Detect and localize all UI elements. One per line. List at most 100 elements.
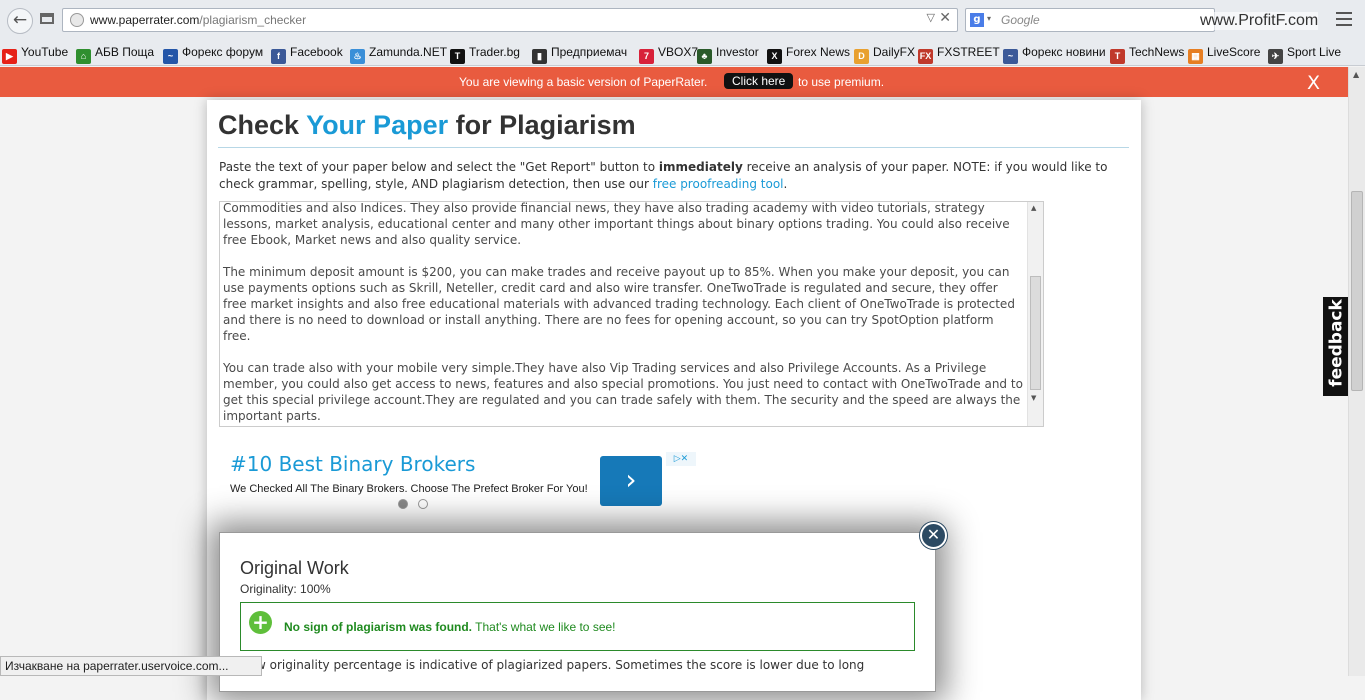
premium-notice-text: You are viewing a basic version of Paper… xyxy=(459,75,708,89)
textarea-scroll-thumb[interactable] xyxy=(1030,276,1041,390)
page-scrollbar[interactable]: ▲ xyxy=(1348,67,1365,676)
bookmark-favicon-icon: T xyxy=(1110,49,1125,64)
bookmark-favicon-icon: FX xyxy=(918,49,933,64)
premium-notice-text-end: to use premium. xyxy=(798,75,885,89)
bookmark-item[interactable]: ⌂ АБВ Поща xyxy=(76,45,154,64)
result-title: Original Work xyxy=(240,558,349,578)
bookmark-favicon-icon: D xyxy=(854,49,869,64)
ad-subtitle: We Checked All The Binary Brokers. Choos… xyxy=(230,483,588,495)
ad-choices-icon[interactable]: ▷✕ xyxy=(666,452,696,466)
bookmark-item[interactable]: ▶ YouTube xyxy=(2,45,68,64)
close-icon[interactable]: ✕ xyxy=(920,522,947,549)
ad-title[interactable]: #10 Best Binary Brokers xyxy=(230,452,475,476)
url-path: /plagiarism_checker xyxy=(199,13,307,27)
intro-text: Paste the text of your paper below and s… xyxy=(219,159,1134,193)
bookmark-label: Zamunda.NET xyxy=(369,45,448,59)
bookmark-item[interactable]: ♣ Investor xyxy=(697,45,759,64)
chevron-right-icon[interactable]: › xyxy=(600,456,662,506)
title-part: Check xyxy=(218,110,300,140)
bookmark-favicon-icon: f xyxy=(271,49,286,64)
bookmark-item[interactable]: FX FXSTREET xyxy=(918,45,1000,64)
search-input[interactable]: g ▾ Google xyxy=(965,8,1215,32)
bookmark-favicon-icon: ♣ xyxy=(697,49,712,64)
bookmark-label: Forex News xyxy=(786,45,851,59)
bookmark-item[interactable]: f Facebook xyxy=(271,45,343,64)
bookmark-item[interactable]: ~ Форекс новини xyxy=(1003,45,1106,64)
bookmark-item[interactable]: T TechNews xyxy=(1110,45,1184,64)
close-icon[interactable]: X xyxy=(1307,72,1320,94)
bookmark-label: Trader.bg xyxy=(469,45,520,59)
bookmark-label: LiveScore xyxy=(1207,45,1261,59)
url-text[interactable]: www.paperrater.com/plagiarism_checker xyxy=(90,13,306,27)
click-here-button[interactable]: Click here xyxy=(724,73,794,89)
bookmark-label: Facebook xyxy=(290,45,343,59)
textarea-scrollbar[interactable]: ▲ ▼ xyxy=(1027,202,1043,426)
search-placeholder: Google xyxy=(1001,13,1040,27)
scroll-up-icon[interactable]: ▲ xyxy=(1353,70,1359,79)
intro-end: . xyxy=(783,177,788,191)
bookmark-label: TechNews xyxy=(1129,45,1185,59)
feedback-button[interactable]: feedback xyxy=(1323,297,1348,396)
close-icon[interactable]: ✕ xyxy=(939,10,951,26)
paper-textarea[interactable]: Commodities and also Indices. They also … xyxy=(219,201,1044,427)
bookmark-label: Предприемач xyxy=(551,45,628,59)
bookmark-item[interactable]: ▮ Предприемач xyxy=(532,45,627,64)
bookmark-favicon-icon: ▦ xyxy=(1188,49,1203,64)
title-part: for Plagiarism xyxy=(455,110,636,140)
url-domain: www.paperrater.com xyxy=(90,13,200,27)
bookmark-label: Форекс новини xyxy=(1022,45,1106,59)
bookmark-item[interactable]: ♨ Zamunda.NET xyxy=(350,45,447,64)
bookmark-item[interactable]: D DailyFX xyxy=(854,45,915,64)
bookmark-item[interactable]: ▦ LiveScore xyxy=(1188,45,1260,64)
bookmark-label: Sport Live xyxy=(1287,45,1342,59)
result-message-bold: No sign of plagiarism was found. xyxy=(284,620,473,634)
bookmark-item[interactable]: 7 VBOX7 xyxy=(639,45,698,64)
paper-paragraph: Commodities and also Indices. They also … xyxy=(223,201,1010,247)
bookmark-favicon-icon: ▶ xyxy=(2,49,17,64)
ad-banner[interactable]: #10 Best Binary Brokers We Checked All T… xyxy=(229,450,697,510)
bookmark-item[interactable]: T Trader.bg xyxy=(450,45,520,64)
title-divider xyxy=(218,147,1129,148)
carousel-dot-active[interactable] xyxy=(398,499,408,509)
tab-groups-icon[interactable] xyxy=(40,13,54,24)
bookmark-favicon-icon: ♨ xyxy=(350,49,365,64)
bookmark-favicon-icon: 7 xyxy=(639,49,654,64)
bookmark-label: DailyFX xyxy=(873,45,916,59)
bookmark-item[interactable]: ✈ Sport Live xyxy=(1268,45,1341,64)
bookmark-favicon-icon: ▮ xyxy=(532,49,547,64)
paper-paragraph: You can trade also with your mobile very… xyxy=(223,361,1023,423)
hamburger-menu-icon[interactable] xyxy=(1336,12,1352,26)
bookmark-favicon-icon: T xyxy=(450,49,465,64)
google-icon[interactable]: g xyxy=(970,13,984,27)
bookmark-favicon-icon: ✈ xyxy=(1268,49,1283,64)
bookmark-favicon-icon: ⌂ xyxy=(76,49,91,64)
originality-score: Originality: 100% xyxy=(240,582,331,596)
page-scroll-thumb[interactable] xyxy=(1351,191,1363,391)
originality-explanation: w originality percentage is indicative o… xyxy=(256,658,865,672)
back-arrow-icon[interactable]: ← xyxy=(7,8,33,34)
chevron-down-icon[interactable]: ▽ xyxy=(927,11,935,24)
scroll-down-icon[interactable]: ▼ xyxy=(1031,394,1036,402)
result-message: No sign of plagiarism was found. That's … xyxy=(284,620,616,634)
scroll-up-icon[interactable]: ▲ xyxy=(1031,204,1036,212)
browser-toolbar: ← www.paperrater.com/plagiarism_checker … xyxy=(0,0,1365,41)
status-bar: Изчакване на paperrater.uservoice.com... xyxy=(0,656,262,676)
bookmark-label: YouTube xyxy=(21,45,69,59)
bookmarks-bar: ▶ YouTube ⌂ АБВ Поща ~ Форекс форум f Facebook ♨… xyxy=(0,41,1365,66)
address-bar[interactable]: www.paperrater.com/plagiarism_checker ▽ … xyxy=(62,8,958,32)
free-proofreading-link[interactable]: free proofreading tool xyxy=(653,177,784,191)
bookmark-favicon-icon: ~ xyxy=(163,49,178,64)
bookmark-favicon-icon: X xyxy=(767,49,782,64)
bookmark-item[interactable]: ~ Форекс форум xyxy=(163,45,263,64)
plus-circle-icon: + xyxy=(249,611,272,634)
chevron-down-icon[interactable]: ▾ xyxy=(987,14,991,23)
intro-part: Paste the text of your paper below and s… xyxy=(219,160,656,174)
feedback-label: feedback xyxy=(1326,299,1347,387)
paper-paragraph: The minimum deposit amount is $200, you … xyxy=(223,265,1015,343)
paper-text: Commodities and also Indices. They also … xyxy=(223,201,1023,426)
carousel-dot[interactable] xyxy=(418,499,428,509)
result-modal: Original Work Originality: 100% + No sig… xyxy=(219,532,936,692)
premium-notice-bar: You are viewing a basic version of Paper… xyxy=(0,67,1348,97)
bookmark-item[interactable]: X Forex News xyxy=(767,45,850,64)
bookmark-label: FXSTREET xyxy=(937,45,1000,59)
